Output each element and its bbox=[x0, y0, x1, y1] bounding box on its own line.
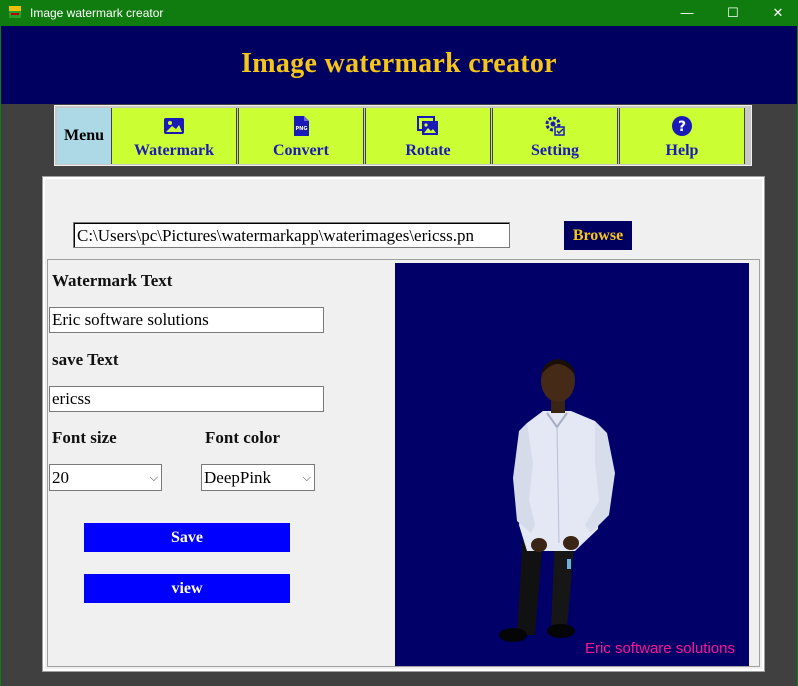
watermark-preview-text: Eric software solutions bbox=[584, 640, 735, 657]
app-header: Image watermark creator bbox=[1, 26, 797, 104]
images-icon bbox=[417, 116, 438, 135]
gear-icon bbox=[545, 116, 565, 136]
menu-item-label: Help bbox=[665, 142, 699, 159]
png-file-icon: PNG bbox=[294, 116, 309, 136]
person-photo bbox=[499, 359, 615, 642]
minimize-button[interactable]: — bbox=[664, 0, 710, 26]
menu-bar: Menu Watermark PNG Convert Rotate Settin… bbox=[54, 105, 752, 166]
title-bar[interactable]: Image watermark creator — ☐ ✕ bbox=[0, 0, 798, 26]
help-icon: ? bbox=[672, 116, 692, 136]
image-icon bbox=[164, 118, 184, 134]
menu-item-watermark[interactable]: Watermark bbox=[111, 108, 237, 164]
font-color-select[interactable]: DeepPink ⌵ bbox=[201, 464, 315, 491]
window-title: Image watermark creator bbox=[30, 6, 164, 20]
menu-item-setting[interactable]: Setting bbox=[492, 108, 618, 164]
menu-item-label: Setting bbox=[531, 142, 579, 159]
menu-item-label: Convert bbox=[273, 142, 329, 159]
svg-text:?: ? bbox=[678, 119, 686, 135]
menu-item-label: Watermark bbox=[134, 142, 214, 159]
save-text-label: save Text bbox=[52, 350, 119, 369]
menu-item-convert[interactable]: PNG Convert bbox=[238, 108, 364, 164]
font-size-value: 20 bbox=[52, 468, 69, 487]
file-path-input[interactable]: C:\Users\pc\Pictures\watermarkapp\wateri… bbox=[73, 222, 510, 248]
save-text-input[interactable]: ericss bbox=[49, 386, 324, 412]
watermark-text-input[interactable]: Eric software solutions bbox=[49, 307, 324, 333]
font-color-value: DeepPink bbox=[204, 468, 272, 487]
view-button[interactable]: view bbox=[84, 574, 290, 603]
app-icon bbox=[9, 6, 21, 18]
chevron-down-icon: ⌵ bbox=[149, 471, 158, 484]
browse-button[interactable]: Browse bbox=[564, 221, 632, 250]
font-size-label: Font size bbox=[52, 428, 117, 447]
image-preview: Eric software solutions bbox=[395, 263, 749, 666]
svg-text:PNG: PNG bbox=[296, 126, 308, 132]
menu-item-label: Rotate bbox=[405, 142, 451, 159]
menu-label: Menu bbox=[57, 108, 111, 164]
maximize-button[interactable]: ☐ bbox=[710, 0, 756, 26]
app-heading: Image watermark creator bbox=[241, 48, 557, 79]
menu-item-rotate[interactable]: Rotate bbox=[365, 108, 491, 164]
menu-item-help[interactable]: ? Help bbox=[619, 108, 745, 164]
save-button[interactable]: Save bbox=[84, 523, 290, 552]
watermark-text-label: Watermark Text bbox=[52, 271, 173, 290]
close-button[interactable]: ✕ bbox=[755, 0, 798, 26]
chevron-down-icon: ⌵ bbox=[302, 471, 311, 484]
font-color-label: Font color bbox=[205, 428, 281, 447]
font-size-select[interactable]: 20 ⌵ bbox=[49, 464, 162, 491]
